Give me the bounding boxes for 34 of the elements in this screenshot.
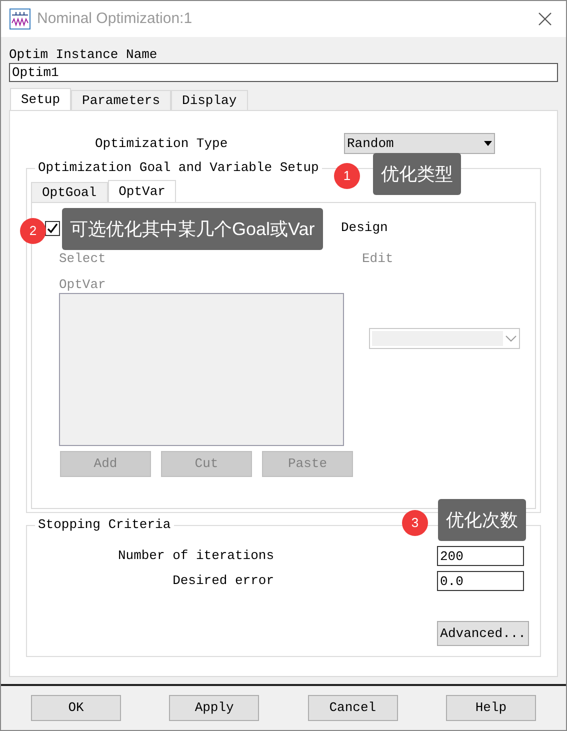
dialog-button[interactable]: OK: [31, 695, 121, 721]
instance-name-field[interactable]: Optim1: [9, 63, 558, 82]
waveform-icon: [9, 8, 31, 30]
checkbox-label: Design: [341, 219, 388, 238]
checkbox[interactable]: [45, 220, 60, 236]
field-label: Desired error: [172, 572, 274, 590]
close-icon[interactable]: [538, 12, 552, 26]
select-label: Select: [59, 251, 107, 267]
chevron-down-icon: [505, 335, 517, 342]
tab[interactable]: Parameters: [71, 90, 172, 110]
checkmark-icon: [47, 222, 58, 234]
field-label: Number of iterations: [116, 547, 274, 566]
annotation-tooltip: 优化次数: [438, 499, 526, 541]
instance-name-label: Optim Instance Name: [9, 47, 158, 63]
advanced-button[interactable]: Advanced...: [437, 621, 529, 646]
window-title: Nominal Optimization:1: [37, 8, 192, 29]
group-title: Optimization Goal and Variable Setup: [35, 160, 322, 176]
criteria-field[interactable]: 200: [437, 546, 524, 566]
criteria-field[interactable]: 0.0: [437, 571, 524, 591]
dialog-button[interactable]: Apply: [169, 695, 260, 721]
list-label: OptVar: [59, 277, 107, 293]
optimization-type-select[interactable]: Random: [344, 133, 495, 154]
tab[interactable]: Display: [171, 90, 248, 110]
dialog-button[interactable]: Cancel: [308, 695, 398, 721]
group-title: Stopping Criteria: [35, 517, 174, 533]
tab[interactable]: Setup: [10, 88, 72, 110]
annotation-tooltip: 可选优化其中某几个Goal或Var: [62, 208, 323, 250]
dialog-button[interactable]: Help: [446, 695, 536, 721]
dropdown-arrow-icon: [484, 141, 492, 146]
tab[interactable]: OptGoal: [31, 182, 108, 202]
edit-label: Edit: [362, 251, 394, 267]
tab[interactable]: OptVar: [108, 180, 176, 202]
annotation-tooltip: 优化类型: [373, 153, 461, 195]
optimization-type-label: Optimization Type: [95, 134, 229, 153]
